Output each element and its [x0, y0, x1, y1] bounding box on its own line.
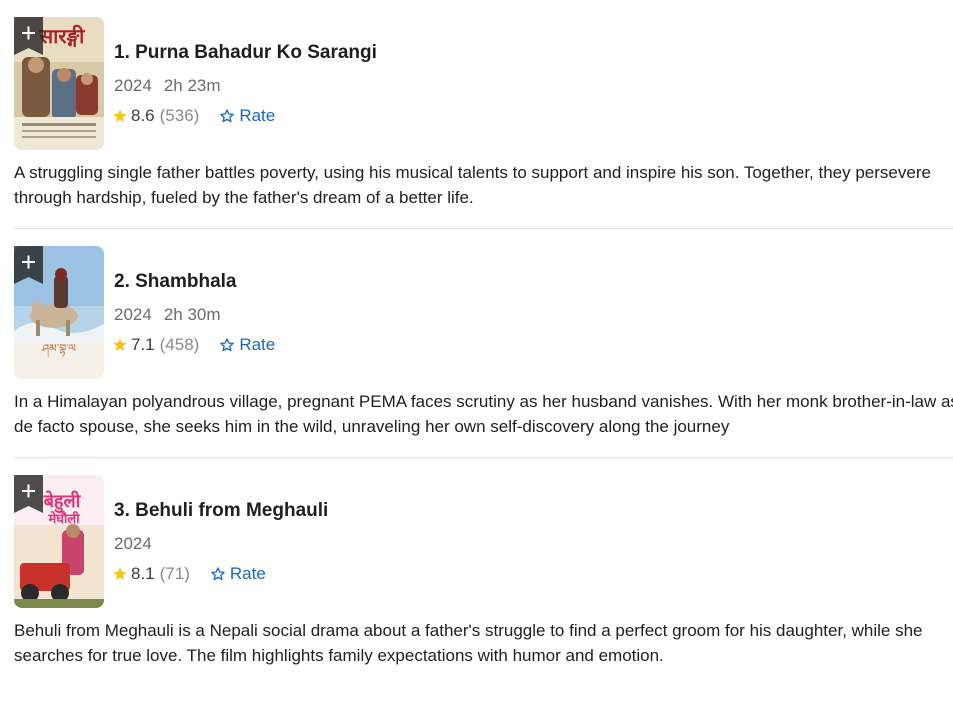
divider [14, 228, 953, 229]
list-item: बेहुली मेघौली 3. Behuli from Meghauli 20… [14, 475, 953, 704]
vote-count: (71) [159, 564, 190, 583]
vote-count: (458) [159, 335, 200, 354]
star-outline-icon [210, 566, 226, 582]
star-outline-icon [219, 108, 235, 124]
title-metadata: 2024 [114, 534, 152, 554]
year: 2024 [114, 76, 152, 95]
star-filled-icon [112, 337, 128, 353]
description-line: In a Himalayan polyandrous village, preg… [14, 392, 953, 411]
title-link[interactable]: 3. Behuli from Meghauli [114, 500, 328, 522]
description-line: searches for true love. The film highlig… [14, 646, 664, 665]
rate-label: Rate [239, 335, 276, 354]
title-metadata: 2024 2h 30m [114, 305, 221, 325]
rating-value: 7.1 [131, 335, 155, 354]
rate-label: Rate [229, 564, 266, 583]
list-item: सारङ्गी 1. Purna Bahadur Ko Sarangi 2024… [14, 17, 953, 246]
plot-description: Behuli from Meghauli is a Nepali social … [14, 618, 953, 668]
rating-row: 8.6 (536) Rate [112, 106, 275, 126]
description-line: through hardship, fueled by the father's… [14, 188, 474, 207]
star-filled-icon [112, 566, 128, 582]
description-line: A struggling single father battles pover… [14, 163, 931, 182]
year: 2024 [114, 305, 152, 324]
rating-row: 7.1 (458) Rate [112, 335, 275, 355]
rate-button[interactable]: Rate [219, 335, 275, 355]
runtime: 2h 23m [163, 76, 221, 95]
title-metadata: 2024 2h 23m [114, 76, 221, 96]
rating-value: 8.6 [131, 106, 155, 125]
add-to-watchlist-button[interactable] [14, 246, 43, 284]
plot-description: In a Himalayan polyandrous village, preg… [14, 389, 953, 439]
rating-value: 8.1 [131, 564, 155, 583]
add-to-watchlist-button[interactable] [14, 17, 43, 55]
add-to-watchlist-button[interactable] [14, 475, 43, 513]
star-filled-icon [112, 108, 128, 124]
divider [14, 457, 953, 458]
rate-label: Rate [239, 106, 276, 125]
plot-description: A struggling single father battles pover… [14, 160, 953, 210]
description-line: de facto spouse, she seeks him in the wi… [14, 417, 730, 436]
svg-text:बेहुली: बेहुली [43, 490, 82, 514]
runtime: 2h 30m [163, 305, 221, 324]
star-outline-icon [219, 337, 235, 353]
list-item: ཤམ་བྷ་ལ 2. Shambhala 2024 2h 30m 7.1 (458… [14, 246, 953, 475]
rate-button[interactable]: Rate [210, 564, 266, 584]
vote-count: (536) [159, 106, 200, 125]
svg-text:सारङ्गी: सारङ्गी [39, 24, 86, 48]
description-line: Behuli from Meghauli is a Nepali social … [14, 621, 923, 640]
title-link[interactable]: 1. Purna Bahadur Ko Sarangi [114, 42, 377, 64]
year: 2024 [114, 534, 152, 553]
title-list: सारङ्गी 1. Purna Bahadur Ko Sarangi 2024… [14, 17, 953, 704]
rate-button[interactable]: Rate [219, 106, 275, 126]
rating-row: 8.1 (71) Rate [112, 564, 266, 584]
title-link[interactable]: 2. Shambhala [114, 271, 237, 293]
